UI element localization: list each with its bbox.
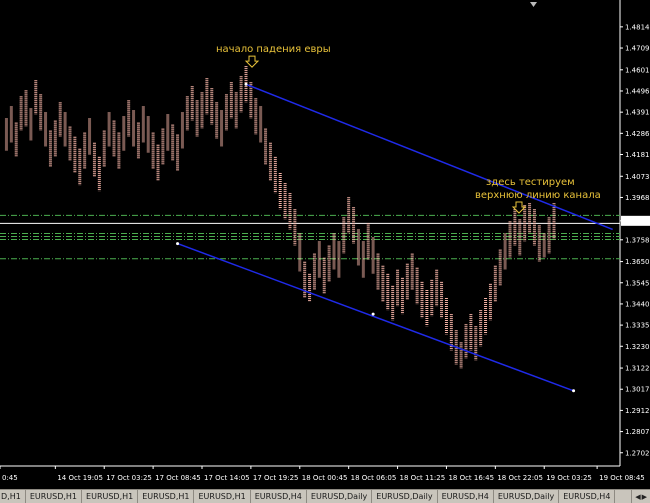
chart-tab[interactable]: EURUSD,H1 <box>138 490 195 503</box>
chart-tab-first[interactable]: D,H1 <box>0 490 26 503</box>
annotation-test-line2: верхнюю линию канала <box>475 190 601 201</box>
tab-scroll-controls: ◀ ▶ <box>631 490 650 503</box>
channel-lower-line[interactable] <box>177 242 574 392</box>
chart-window[interactable]: начало падения евры здесь тестируем верхню… <box>0 0 650 503</box>
channel-lower-anchor[interactable] <box>572 389 576 393</box>
chart-tab[interactable]: EURUSD,H4 <box>251 490 307 503</box>
time-tick-label: 18 Oct 06:05 <box>351 474 397 482</box>
time-tick-label: 17 Oct 08:45 <box>155 474 201 482</box>
time-tick-label: 0:45 <box>2 474 18 482</box>
price-tick-label: 1.32307 <box>625 343 650 351</box>
time-tick-label: 17 Oct 19:25 <box>253 474 299 482</box>
price-tick-label: 1.31227 <box>625 365 650 373</box>
tab-scroll-left-icon[interactable]: ◀ <box>635 493 640 501</box>
price-tick-label: 1.38528 <box>625 217 650 225</box>
price-tick-label: 1.27027 <box>625 449 650 457</box>
time-tick-label: 19 Oct 03:25 <box>546 474 592 482</box>
price-tick-label: 1.28077 <box>625 428 650 436</box>
chart-tab[interactable]: EURUSD,H1 <box>194 490 251 503</box>
price-tick-label: 1.36507 <box>625 258 650 266</box>
channel-upper-line[interactable] <box>245 83 613 231</box>
price-tick-label: 1.33357 <box>625 322 650 330</box>
time-tick-label: 19 Oct 08:45 <box>599 474 645 482</box>
chart-tab[interactable]: EURUSD,H1 <box>82 490 139 503</box>
price-tick-label: 1.46017 <box>625 66 650 74</box>
down-arrow-icon <box>244 55 260 68</box>
time-tick-label: 14 Oct 19:05 <box>57 474 103 482</box>
price-tick-label: 1.44967 <box>625 87 650 95</box>
time-tick-label: 18 Oct 11:25 <box>400 474 446 482</box>
chart-tab-bar: D,H1 EURUSD,H1 EURUSD,H1 EURUSD,H1 EURUSD,H… <box>0 489 650 503</box>
price-tick-label: 1.47097 <box>625 45 650 53</box>
chart-tab[interactable]: EURUSD,H1 <box>26 490 83 503</box>
price-tick-label: 1.40737 <box>625 173 650 181</box>
price-tick-label: 1.39687 <box>625 194 650 202</box>
price-tick-label: 1.41817 <box>625 151 650 159</box>
chart-tab[interactable]: EURUSD,H4 <box>559 490 616 503</box>
chart-tab[interactable]: EURUSD,Daily <box>494 490 560 503</box>
price-tick-label: 1.48147 <box>625 23 650 31</box>
time-tick-label: 17 Oct 14:05 <box>204 474 250 482</box>
time-tick-label: 18 Oct 16:45 <box>448 474 494 482</box>
price-tick-label: 1.42867 <box>625 130 650 138</box>
channel-lower-anchor[interactable] <box>176 242 180 246</box>
price-tick-label: 1.30177 <box>625 386 650 394</box>
price-tick-label: 1.37587 <box>625 236 650 244</box>
price-tick-label: 1.29127 <box>625 407 650 415</box>
channel-lower-anchor[interactable] <box>371 312 375 316</box>
price-chart[interactable]: начало падения евры здесь тестируем верхню… <box>0 0 650 489</box>
chart-shift-marker-icon[interactable] <box>530 2 537 7</box>
time-tick-label: 18 Oct 00:45 <box>302 474 348 482</box>
price-tick-label: 1.43917 <box>625 109 650 117</box>
annotation-test-line1: здесь тестируем <box>486 177 575 188</box>
time-tick-label: 18 Oct 22:05 <box>497 474 543 482</box>
chart-tab[interactable]: EURUSD,Daily <box>307 490 373 503</box>
tab-scroll-right-icon[interactable]: ▶ <box>642 493 647 501</box>
price-tick-label: 1.35457 <box>625 279 650 287</box>
annotation-fall-start: начало падения евры <box>216 44 331 55</box>
chart-tab[interactable]: EURUSD,Daily <box>372 490 438 503</box>
price-tick-label: 1.34407 <box>625 300 650 308</box>
channel-upper-anchor[interactable] <box>244 82 248 86</box>
chart-tab[interactable]: EURUSD,H4 <box>438 490 494 503</box>
time-tick-label: 17 Oct 03:25 <box>106 474 152 482</box>
